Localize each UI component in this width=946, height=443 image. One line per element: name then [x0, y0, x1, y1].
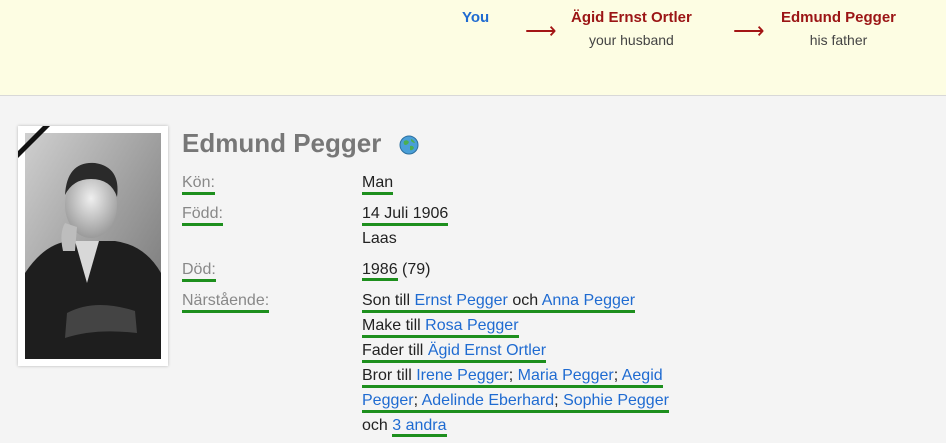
- page-title: Edmund Pegger: [182, 128, 382, 158]
- relationship-path-bar: You ⟶ Ägid Ernst Ortler your husband ⟶ E…: [0, 0, 946, 96]
- mourning-ribbon-icon: [18, 126, 54, 162]
- separator: ;: [554, 392, 559, 409]
- wife-link[interactable]: Rosa Pegger: [425, 317, 518, 334]
- father-of-text: Fader till: [362, 342, 424, 359]
- brother-of-text: Bror till: [362, 367, 412, 384]
- father-link[interactable]: Ernst Pegger: [414, 292, 507, 309]
- relatives-parents-row: Son till Ernst Pegger och Anna Pegger: [362, 291, 636, 313]
- sibling-link[interactable]: Adelinde Eberhard: [422, 392, 555, 409]
- sibling-link[interactable]: Maria Pegger: [518, 367, 614, 384]
- separator: ;: [413, 392, 419, 409]
- sibling-link[interactable]: Irene Pegger: [416, 367, 509, 384]
- relatives-label: Närstående:: [182, 291, 270, 313]
- gender-value: Man: [362, 173, 394, 195]
- died-age: (79): [402, 261, 431, 278]
- path-arrow-icon: ⟶: [733, 18, 765, 43]
- step1-relation: your husband: [589, 32, 674, 48]
- relationship-node-you[interactable]: You: [462, 8, 489, 27]
- relatives-children-row: Fader till Ägid Ernst Ortler: [362, 341, 547, 363]
- step1-name-link[interactable]: Ägid Ernst Ortler: [571, 8, 692, 27]
- child-link[interactable]: Ägid Ernst Ortler: [428, 342, 546, 359]
- step2-relation: his father: [809, 32, 868, 48]
- and-text: och: [362, 417, 388, 434]
- son-of-text: Son till: [362, 292, 411, 309]
- sibling-link[interactable]: Aegid: [622, 367, 663, 384]
- relatives-spouse-row: Make till Rosa Pegger: [362, 316, 519, 338]
- you-link[interactable]: You: [462, 8, 489, 27]
- globe-icon[interactable]: [399, 135, 419, 155]
- profile-photo[interactable]: [25, 133, 161, 359]
- and-text: och: [512, 292, 539, 309]
- relatives-siblings-row2: Pegger; Adelinde Eberhard; Sophie Pegger: [362, 391, 669, 413]
- born-label: Född:: [182, 204, 223, 226]
- sibling-link[interactable]: Sophie Pegger: [563, 392, 669, 409]
- died-year: 1986: [362, 261, 398, 281]
- separator: ;: [508, 367, 514, 384]
- separator: ;: [613, 367, 619, 384]
- born-place: Laas: [362, 230, 397, 247]
- sibling-link[interactable]: Pegger: [362, 392, 414, 409]
- relatives-siblings-row1: Bror till Irene Pegger; Maria Pegger; Ae…: [362, 366, 663, 388]
- more-relatives-link[interactable]: 3 andra: [392, 417, 447, 437]
- step2-name-link[interactable]: Edmund Pegger: [781, 8, 896, 27]
- died-row: 1986 (79): [362, 260, 431, 281]
- born-date: 14 Juli 1906: [362, 204, 449, 226]
- relationship-node-step1[interactable]: Ägid Ernst Ortler your husband: [571, 8, 692, 48]
- profile-photo-frame[interactable]: [18, 126, 168, 366]
- path-arrow-icon: ⟶: [525, 18, 557, 43]
- husband-of-text: Make till: [362, 317, 421, 334]
- mother-link[interactable]: Anna Pegger: [542, 292, 635, 309]
- gender-label: Kön:: [182, 173, 215, 195]
- relatives-more-row: och 3 andra: [362, 416, 447, 437]
- died-label: Död:: [182, 260, 216, 282]
- relationship-node-step2[interactable]: Edmund Pegger his father: [781, 8, 896, 48]
